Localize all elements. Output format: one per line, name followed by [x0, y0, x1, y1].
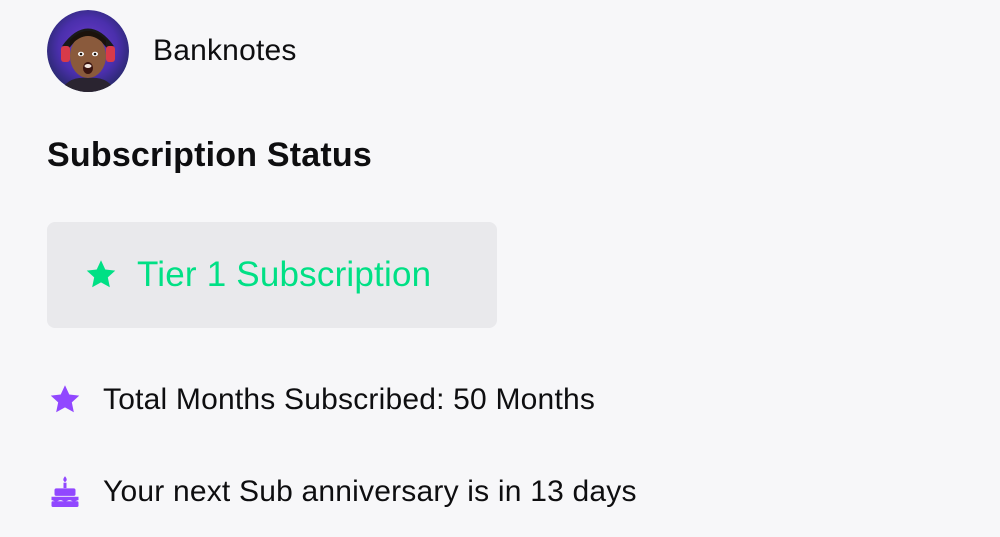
tier-badge: Tier 1 Subscription	[47, 222, 497, 328]
total-months-row: Total Months Subscribed: 50 Months	[47, 378, 595, 422]
cake-icon	[51, 476, 79, 507]
star-icon	[50, 385, 80, 413]
tier-label: Tier 1 Subscription	[137, 255, 432, 294]
avatar[interactable]	[47, 10, 129, 92]
total-months-text: Total Months Subscribed: 50 Months	[103, 383, 596, 416]
channel-header: Banknotes	[47, 10, 297, 92]
section-title: Subscription Status	[47, 136, 372, 174]
star-icon	[86, 260, 116, 288]
anniversary-row: Your next Sub anniversary is in 13 days	[47, 470, 637, 514]
channel-name[interactable]: Banknotes	[153, 34, 297, 68]
anniversary-text: Your next Sub anniversary is in 13 days	[103, 475, 637, 508]
